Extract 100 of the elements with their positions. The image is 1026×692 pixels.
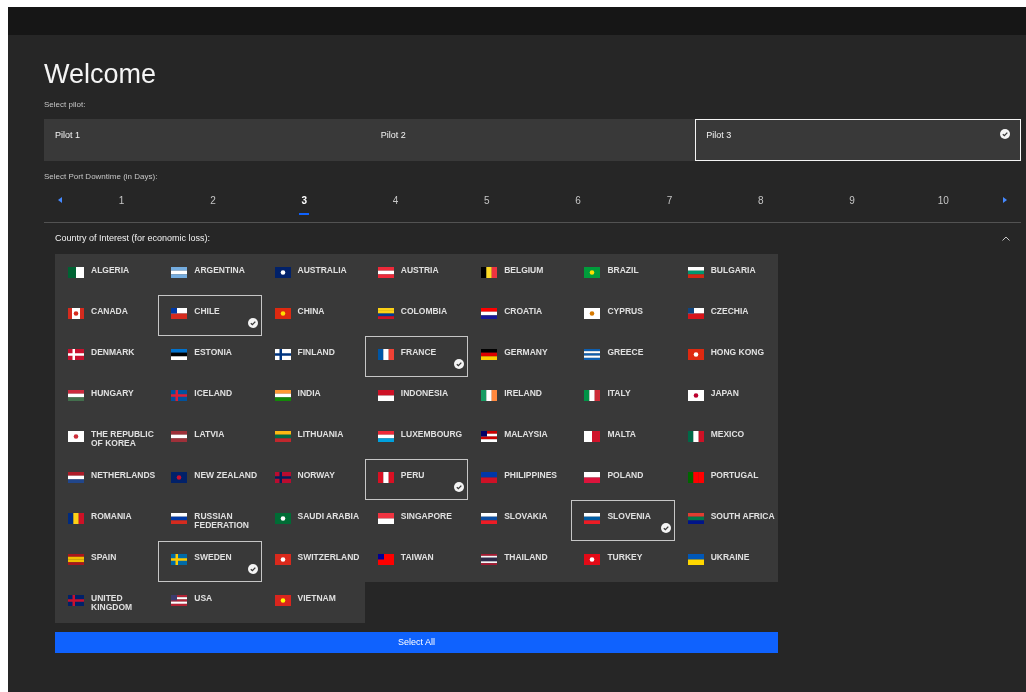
flag-icon	[274, 349, 291, 360]
flag-icon	[68, 390, 84, 401]
country-tile[interactable]: AUSTRALIA	[261, 254, 365, 295]
day-tab[interactable]: 5	[441, 193, 533, 215]
checkmark-icon	[247, 564, 258, 574]
country-tile[interactable]: MALTA	[571, 418, 675, 459]
country-tile[interactable]: RUSSIAN FEDERATION	[158, 500, 262, 541]
country-tile[interactable]: VIETNAM	[261, 582, 365, 623]
flag-icon	[68, 513, 84, 524]
country-tile[interactable]: GREECE	[571, 336, 675, 377]
day-tab[interactable]: 4	[349, 193, 442, 215]
flag-icon	[274, 554, 291, 565]
flag-icon	[171, 472, 188, 483]
flag-icon	[68, 349, 84, 360]
accordion-header[interactable]: Country of Interest (for economic loss):	[44, 223, 1021, 254]
flag-icon	[584, 349, 601, 360]
country-tile[interactable]: SOUTH AFRICA	[674, 500, 778, 541]
country-tile[interactable]: SWITZERLAND	[261, 541, 365, 582]
flag-icon	[584, 472, 601, 483]
flag-icon	[377, 472, 394, 483]
country-tile[interactable]: TURKEY	[571, 541, 675, 582]
country-tile[interactable]: CANADA	[55, 295, 159, 336]
country-tile[interactable]: INDIA	[261, 377, 365, 418]
country-tile[interactable]: BELGIUM	[468, 254, 572, 295]
country-tile[interactable]: IRELAND	[468, 377, 572, 418]
country-tile[interactable]: MALAYSIA	[468, 418, 572, 459]
country-tile[interactable]: TAIWAN	[364, 541, 469, 582]
country-tile[interactable]: SPAIN	[55, 541, 159, 582]
flag-icon	[68, 267, 84, 278]
country-tile[interactable]: FRANCE	[364, 336, 469, 377]
country-tile[interactable]: BRAZIL	[571, 254, 675, 295]
country-tile[interactable]: BULGARIA	[674, 254, 778, 295]
country-tile[interactable]: CHINA	[261, 295, 365, 336]
country-tile[interactable]: USA	[158, 582, 262, 623]
country-tile[interactable]: HUNGARY	[55, 377, 159, 418]
flag-icon	[171, 554, 188, 565]
country-tile[interactable]: PHILIPPINES	[468, 459, 572, 500]
country-tile[interactable]: NETHERLANDS	[55, 459, 159, 500]
country-tile[interactable]: COLOMBIA	[364, 295, 469, 336]
checkmark-icon	[1000, 129, 1010, 139]
flag-icon	[171, 513, 188, 524]
flag-icon	[687, 472, 704, 483]
country-tile[interactable]: SINGAPORE	[364, 500, 469, 541]
country-tile[interactable]: NORWAY	[261, 459, 365, 500]
country-tile[interactable]: INDONESIA	[364, 377, 469, 418]
checkmark-icon	[660, 523, 671, 533]
country-tile[interactable]: UKRAINE	[674, 541, 778, 582]
flag-icon	[274, 390, 291, 401]
day-tab[interactable]: 10	[897, 193, 989, 215]
country-tile[interactable]: PERU	[364, 459, 469, 500]
day-tab[interactable]: 8	[715, 193, 807, 215]
country-tile[interactable]: ROMANIA	[55, 500, 159, 541]
flag-icon	[377, 554, 394, 565]
country-tile[interactable]: CZECHIA	[674, 295, 778, 336]
country-tile[interactable]: LITHUANIA	[261, 418, 365, 459]
country-tile[interactable]: HONG KONG	[674, 336, 778, 377]
day-tab[interactable]: 9	[806, 193, 898, 215]
flag-icon	[377, 308, 394, 319]
pilot-tile[interactable]: Pilot 2	[369, 119, 696, 161]
country-tile[interactable]: MEXICO	[674, 418, 778, 459]
country-tile[interactable]: PORTUGAL	[674, 459, 778, 500]
day-tab[interactable]: 3	[258, 193, 350, 215]
country-tile[interactable]: SWEDEN	[158, 541, 262, 582]
select-all-button[interactable]: Select All	[55, 632, 778, 653]
country-tile[interactable]: AUSTRIA	[364, 254, 469, 295]
country-tile[interactable]: POLAND	[571, 459, 675, 500]
country-tile[interactable]: UNITED KINGDOM	[55, 582, 159, 623]
country-tile[interactable]: CHILE	[158, 295, 262, 336]
country-tile[interactable]: CROATIA	[468, 295, 572, 336]
country-tile[interactable]: THE REPUBLIC OF KOREA	[55, 418, 159, 459]
day-tab[interactable]: 1	[76, 193, 168, 215]
country-tile[interactable]: FINLAND	[261, 336, 365, 377]
country-tile[interactable]: ICELAND	[158, 377, 262, 418]
country-tile[interactable]: GERMANY	[468, 336, 572, 377]
country-tile[interactable]: NEW ZEALAND	[158, 459, 262, 500]
country-tile[interactable]: ESTONIA	[158, 336, 262, 377]
flag-icon	[584, 267, 601, 278]
country-tile[interactable]: DENMARK	[55, 336, 159, 377]
country-tile[interactable]: THAILAND	[468, 541, 572, 582]
country-tile[interactable]: CYPRUS	[571, 295, 675, 336]
country-tile[interactable]: SAUDI ARABIA	[261, 500, 365, 541]
day-tab[interactable]: 2	[167, 193, 259, 215]
flag-icon	[171, 349, 188, 360]
country-tile[interactable]: ARGENTINA	[158, 254, 262, 295]
day-tab[interactable]: 6	[532, 193, 624, 215]
day-tab[interactable]: 7	[623, 193, 716, 215]
flag-icon	[171, 390, 188, 401]
country-tile[interactable]: ITALY	[571, 377, 675, 418]
chevron-up-icon	[1002, 236, 1010, 241]
flag-icon	[687, 431, 704, 442]
country-tile[interactable]: SLOVAKIA	[468, 500, 572, 541]
pilot-tile[interactable]: Pilot 3	[695, 119, 1021, 161]
country-tile[interactable]: ALGERIA	[55, 254, 159, 295]
flag-icon	[481, 308, 498, 319]
country-tile[interactable]: LUXEMBOURG	[364, 418, 469, 459]
country-tile[interactable]: JAPAN	[674, 377, 778, 418]
checkmark-icon	[454, 482, 465, 492]
pilot-tile[interactable]: Pilot 1	[44, 119, 370, 161]
country-tile[interactable]: LATVIA	[158, 418, 262, 459]
country-tile[interactable]: SLOVENIA	[571, 500, 675, 541]
